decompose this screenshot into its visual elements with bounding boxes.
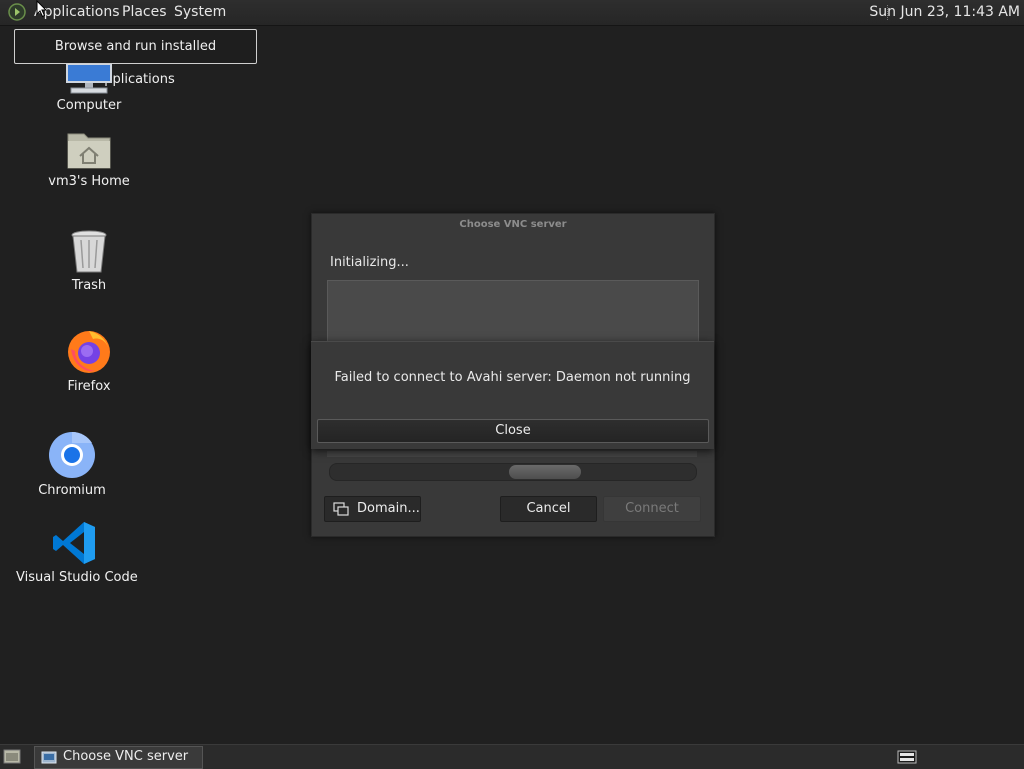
status-label: Initializing... bbox=[330, 255, 409, 270]
trash-icon bbox=[71, 230, 107, 273]
error-message: Failed to connect to Avahi server: Daemo… bbox=[334, 370, 691, 385]
close-button[interactable]: Close bbox=[317, 419, 709, 443]
desktop-icon-label: vm3's Home bbox=[48, 174, 130, 189]
vscode-icon bbox=[53, 522, 95, 564]
desktop-icon-firefox[interactable]: Firefox bbox=[58, 327, 120, 394]
system-menu[interactable]: System bbox=[174, 4, 226, 20]
list-scroll-area bbox=[327, 451, 697, 457]
progress-bar bbox=[329, 463, 697, 481]
desktop-icon-label: Computer bbox=[56, 98, 122, 113]
desktop-icon-label: Trash bbox=[71, 278, 107, 293]
dialog-title: Choose VNC server bbox=[459, 219, 567, 230]
desktop-icon-chromium[interactable]: Chromium bbox=[36, 431, 108, 498]
taskbar-window-button[interactable]: Choose VNC server bbox=[34, 746, 203, 769]
workspace-switcher-icon[interactable] bbox=[896, 749, 918, 765]
clock[interactable]: Sun Jun 23, 11:43 AM bbox=[869, 4, 1020, 20]
bottom-panel: Choose VNC server bbox=[0, 744, 1024, 769]
top-panel: Applications Places System Sun Jun 23, 1… bbox=[0, 0, 1024, 26]
connect-button[interactable]: Connect bbox=[603, 496, 701, 522]
domain-button-label: Domain... bbox=[357, 501, 420, 516]
places-menu[interactable]: Places bbox=[122, 4, 167, 20]
vnc-window-icon bbox=[41, 751, 57, 764]
mouse-pointer-icon bbox=[36, 0, 48, 18]
computer-icon bbox=[66, 64, 112, 94]
desktop-icon-label: Chromium bbox=[38, 483, 106, 498]
windows-icon bbox=[333, 502, 349, 516]
chromium-icon bbox=[49, 431, 95, 478]
taskbar-window-title: Choose VNC server bbox=[63, 749, 189, 764]
server-list[interactable] bbox=[327, 280, 699, 348]
cancel-button[interactable]: Cancel bbox=[500, 496, 597, 522]
error-dialog: Failed to connect to Avahi server: Daemo… bbox=[311, 341, 714, 449]
progress-pulse bbox=[509, 465, 581, 479]
desktop-icon-computer[interactable]: Computer bbox=[48, 64, 130, 113]
desktop-icon-label: Firefox bbox=[67, 379, 111, 394]
firefox-icon bbox=[68, 331, 110, 373]
domain-button[interactable]: Domain... bbox=[324, 496, 421, 522]
desktop-icon-home[interactable]: vm3's Home bbox=[44, 130, 134, 189]
applications-menu-icon[interactable] bbox=[8, 3, 26, 21]
tooltip: Browse and run installed applications bbox=[14, 29, 257, 87]
desktop-icon-label: Visual Studio Code bbox=[16, 570, 138, 585]
desktop-icon-trash[interactable]: Trash bbox=[58, 230, 120, 293]
desktop-icon-vscode[interactable]: Visual Studio Code bbox=[16, 520, 138, 585]
show-desktop-icon[interactable] bbox=[3, 748, 21, 765]
home-folder-icon bbox=[67, 133, 111, 169]
